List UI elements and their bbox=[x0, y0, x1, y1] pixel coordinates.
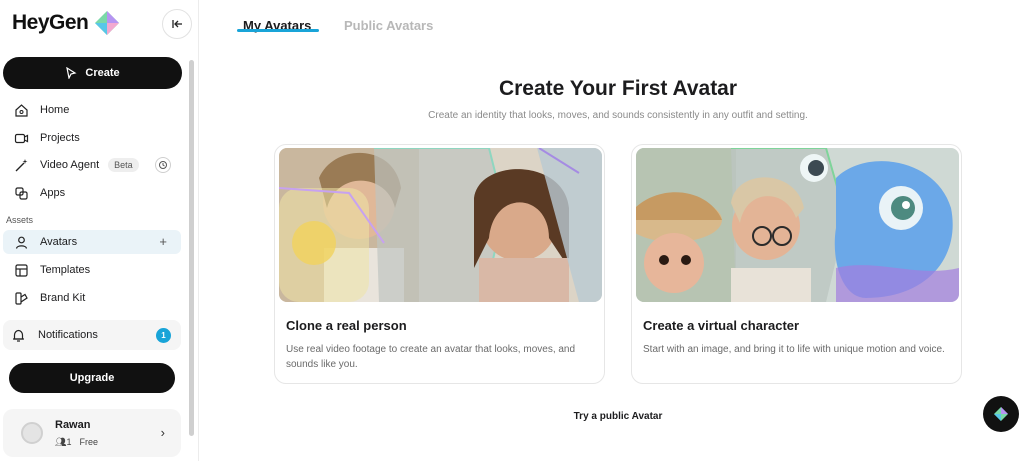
bell-icon bbox=[13, 329, 24, 342]
cursor-icon bbox=[66, 67, 77, 79]
logo-text: HeyGen bbox=[12, 11, 89, 34]
sidebar-item-label: Avatars bbox=[40, 236, 78, 248]
seats-count: 👥︎1 bbox=[55, 437, 72, 447]
clock-icon bbox=[159, 161, 167, 169]
sidebar-item-label: Video Agent bbox=[40, 159, 100, 171]
sidebar: HeyGen Create Home Projects Video Agent … bbox=[0, 0, 199, 461]
tab-public-avatars[interactable]: Public Avatars bbox=[344, 18, 433, 33]
user-name: Rawan bbox=[55, 419, 91, 431]
user-account-card[interactable]: Rawan 👥︎1 Free › bbox=[3, 409, 181, 457]
upgrade-button[interactable]: Upgrade bbox=[9, 363, 175, 393]
person-icon bbox=[13, 234, 29, 250]
sidebar-item-templates[interactable]: Templates bbox=[3, 258, 181, 282]
add-avatar-button[interactable]: + bbox=[159, 234, 167, 249]
sidebar-item-avatars[interactable]: Avatars + bbox=[3, 230, 181, 254]
sidebar-item-projects[interactable]: Projects bbox=[3, 126, 181, 150]
sidebar-item-label: Templates bbox=[40, 264, 91, 276]
heygen-logo-icon bbox=[95, 11, 120, 35]
beta-badge: Beta bbox=[108, 158, 139, 172]
home-icon bbox=[13, 102, 29, 118]
card-title: Create a virtual character bbox=[643, 318, 800, 333]
clone-real-person-image bbox=[279, 148, 602, 302]
assets-section-label: Assets bbox=[6, 215, 34, 225]
history-button[interactable] bbox=[155, 157, 171, 173]
sidebar-item-label: Brand Kit bbox=[40, 292, 86, 304]
card-description: Start with an image, and bring it to lif… bbox=[643, 344, 945, 355]
notifications-button[interactable]: Notifications 1 bbox=[3, 320, 181, 350]
notification-count-badge: 1 bbox=[156, 328, 171, 343]
magic-wand-icon bbox=[13, 157, 29, 173]
sidebar-scrollbar[interactable] bbox=[189, 60, 194, 436]
notifications-label: Notifications bbox=[38, 329, 98, 341]
plan-label: Free bbox=[79, 437, 98, 447]
user-meta: 👥︎1 Free bbox=[55, 437, 98, 448]
page-title: Create Your First Avatar bbox=[498, 77, 738, 100]
create-virtual-character-card[interactable]: Create a virtual character Start with an… bbox=[631, 144, 962, 384]
sidebar-item-label: Projects bbox=[40, 132, 80, 144]
card-description: Use real video footage to create an avat… bbox=[286, 344, 576, 370]
logo[interactable]: HeyGen bbox=[12, 10, 120, 36]
brand-kit-icon bbox=[13, 290, 29, 306]
chevron-right-icon: › bbox=[160, 425, 165, 440]
create-virtual-character-image bbox=[636, 148, 959, 302]
create-label: Create bbox=[85, 67, 120, 79]
heygen-assistant-icon bbox=[994, 407, 1008, 421]
users-icon: 👥︎ bbox=[55, 437, 67, 447]
sidebar-item-home[interactable]: Home bbox=[3, 98, 181, 122]
try-public-avatar-link[interactable]: Try a public Avatar bbox=[274, 411, 962, 422]
active-tab-indicator bbox=[237, 29, 319, 32]
video-icon bbox=[13, 130, 29, 146]
page-subtitle: Create an identity that looks, moves, an… bbox=[428, 110, 808, 121]
sidebar-item-label: Apps bbox=[40, 187, 66, 199]
collapse-icon bbox=[172, 20, 182, 28]
sidebar-item-apps[interactable]: Apps bbox=[3, 181, 181, 205]
sidebar-item-brand-kit[interactable]: Brand Kit bbox=[3, 286, 181, 310]
create-button[interactable]: Create bbox=[3, 57, 182, 89]
avatar bbox=[21, 422, 43, 444]
collapse-sidebar-button[interactable] bbox=[162, 9, 192, 39]
card-title: Clone a real person bbox=[286, 318, 407, 333]
sidebar-item-label: Home bbox=[40, 104, 70, 116]
assistant-fab-button[interactable] bbox=[983, 396, 1019, 432]
templates-icon bbox=[13, 262, 29, 278]
sidebar-item-video-agent[interactable]: Video Agent Beta bbox=[3, 153, 181, 177]
clone-real-person-card[interactable]: Clone a real person Use real video foota… bbox=[274, 144, 605, 384]
apps-icon bbox=[13, 185, 29, 201]
